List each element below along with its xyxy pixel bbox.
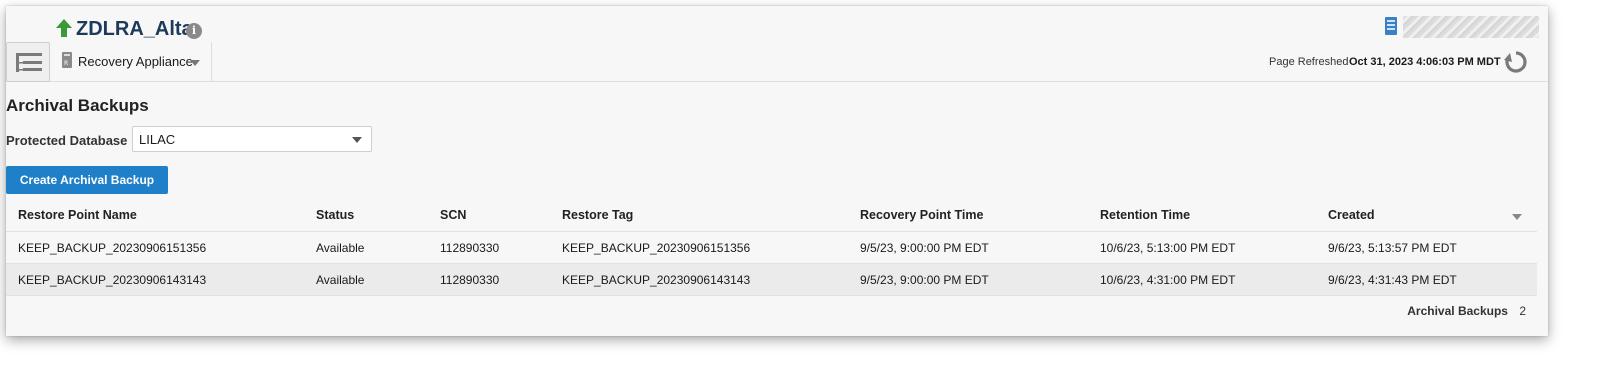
protected-database-label: Protected Database: [6, 133, 128, 148]
refresh-icon[interactable]: [1504, 50, 1528, 74]
archival-backups-table: Restore Point Name Status SCN Restore Ta…: [6, 200, 1537, 296]
row-count-label: Archival Backups: [1407, 304, 1508, 318]
status-cell: Available: [316, 273, 365, 287]
svg-text:R: R: [64, 60, 68, 67]
created-cell: 9/6/23, 5:13:57 PM EDT: [1328, 241, 1457, 255]
chevron-down-icon: [352, 137, 362, 143]
recovery-appliance-menu[interactable]: R Recovery Appliance: [54, 42, 212, 82]
column-header-retention-time[interactable]: Retention Time: [1100, 208, 1190, 222]
sort-descending-icon[interactable]: [1512, 214, 1522, 220]
navigation-menu-button[interactable]: [6, 42, 50, 82]
column-header-created[interactable]: Created: [1328, 208, 1375, 222]
recovery-appliance-label: Recovery Appliance: [78, 54, 193, 69]
page-refreshed-label: Page Refreshed: [1269, 56, 1349, 68]
appliance-icon: R: [62, 52, 72, 68]
restore-point-name-cell: KEEP_BACKUP_20230906151356: [18, 241, 207, 255]
status-cell: Available: [316, 241, 365, 255]
recovery-point-time-cell: 9/5/23, 9:00:00 PM EDT: [860, 241, 989, 255]
table-header: Restore Point Name Status SCN Restore Ta…: [6, 200, 1537, 232]
protected-database-value: LILAC: [139, 132, 176, 147]
page-refreshed-time: Oct 31, 2023 4:06:03 PM MDT: [1349, 56, 1501, 68]
column-header-status[interactable]: Status: [316, 208, 354, 222]
scn-cell: 112890330: [440, 241, 500, 255]
target-name[interactable]: ZDLRA_Alta: [76, 18, 193, 41]
up-arrow-icon: [56, 19, 72, 37]
protected-database-select[interactable]: LILAC: [132, 126, 372, 152]
create-archival-backup-button[interactable]: Create Archival Backup: [6, 166, 168, 194]
chevron-down-icon: [190, 60, 200, 66]
tree-menu-icon: [16, 53, 42, 72]
restore-tag-cell: KEEP_BACKUP_20230906151356: [562, 241, 751, 255]
column-header-restore-point-name[interactable]: Restore Point Name: [18, 208, 137, 222]
server-icon: [1385, 17, 1397, 35]
row-count-value: 2: [1519, 304, 1526, 318]
retention-time-cell: 10/6/23, 5:13:00 PM EDT: [1100, 241, 1236, 255]
restore-tag-cell: KEEP_BACKUP_20230906143143: [562, 273, 751, 287]
row-count-footer: Archival Backups 2: [1407, 304, 1526, 318]
toolbar: R Recovery Appliance Page Refreshed Oct …: [6, 42, 1548, 82]
column-header-scn[interactable]: SCN: [440, 208, 466, 222]
recovery-point-time-cell: 9/5/23, 9:00:00 PM EDT: [860, 273, 989, 287]
column-header-restore-tag[interactable]: Restore Tag: [562, 208, 633, 222]
page-title: Archival Backups: [6, 96, 149, 115]
info-icon[interactable]: i: [186, 23, 202, 39]
column-header-recovery-point-time[interactable]: Recovery Point Time: [860, 208, 983, 222]
created-cell: 9/6/23, 4:31:43 PM EDT: [1328, 273, 1457, 287]
app-window: ZDLRA_Alta i R Recovery Appliance Page R…: [6, 6, 1548, 336]
retention-time-cell: 10/6/23, 4:31:00 PM EDT: [1100, 273, 1236, 287]
table-row[interactable]: KEEP_BACKUP_20230906151356 Available 112…: [6, 232, 1537, 264]
table-row[interactable]: KEEP_BACKUP_20230906143143 Available 112…: [6, 264, 1537, 296]
scn-cell: 112890330: [440, 273, 500, 287]
restore-point-name-cell: KEEP_BACKUP_20230906143143: [18, 273, 207, 287]
user-menu[interactable]: [1403, 16, 1539, 38]
